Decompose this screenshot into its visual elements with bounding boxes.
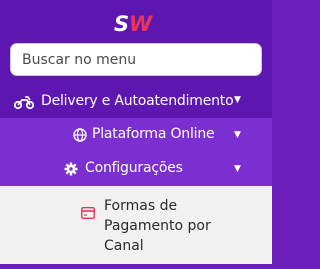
chevron-down-icon: ▼ [234,164,241,174]
credit-card-icon [81,207,95,219]
gear-icon [64,162,78,176]
bottom-divider [0,264,272,269]
menu-item-plataforma-online-label: Plataforma Online [92,126,215,142]
menu-search-input[interactable] [10,43,262,76]
sidebar-header: S W [0,0,272,100]
menu-item-plataforma-online[interactable]: Plataforma Online ▼ [0,118,272,152]
svg-text:S: S [114,12,129,34]
menu-item-formas-pagamento[interactable]: Formas de Pagamento por Canal [0,186,272,264]
menu-item-delivery-label: Delivery e Autoatendimento [41,93,234,109]
svg-text:W: W [129,12,153,34]
motorcycle-icon [14,96,34,110]
brand-logo[interactable]: S W [114,12,158,34]
menu-item-configuracoes-label: Configurações [85,160,183,176]
menu-item-configuracoes[interactable]: Configurações ▼ [0,152,272,186]
chevron-down-icon: ▼ [234,95,241,105]
globe-icon [73,128,87,142]
menu-item-delivery[interactable]: Delivery e Autoatendimento ▼ [0,86,272,118]
submenu-panel: Formas de Pagamento por Canal [0,186,272,264]
menu-item-formas-pagamento-label: Formas de Pagamento por Canal [104,198,211,254]
chevron-down-icon: ▼ [234,130,241,140]
